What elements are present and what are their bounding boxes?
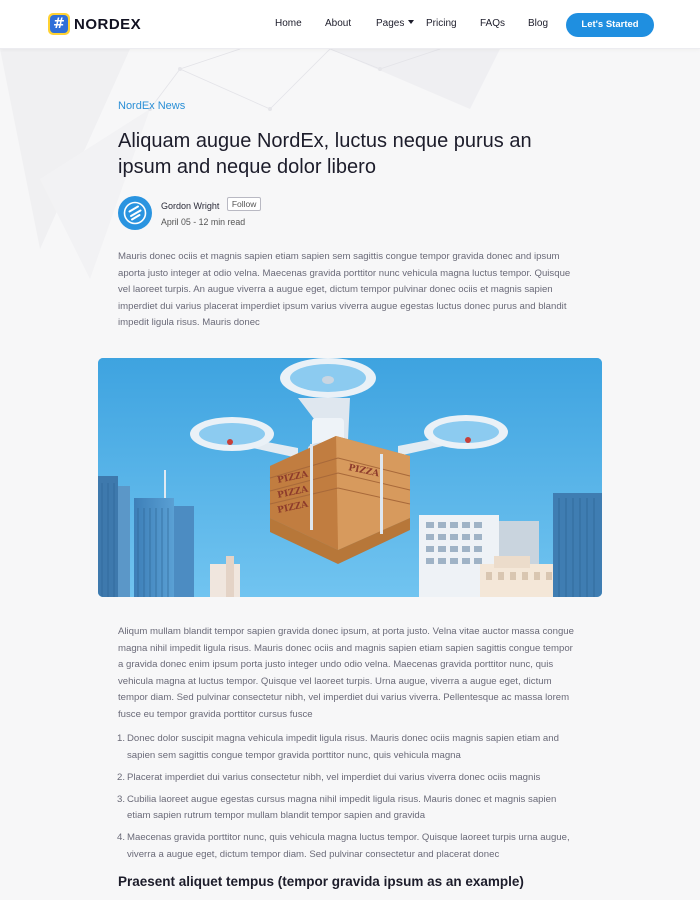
nav-item-pages[interactable]: Pages [376, 18, 415, 29]
author-meta: Gordon Wright Follow April 05 - 12 min r… [161, 196, 262, 227]
nav-item-blog[interactable]: Blog [528, 18, 548, 29]
author-name[interactable]: Gordon Wright [161, 201, 219, 211]
post-date: April 05 - 12 min read [161, 217, 246, 227]
chevron-down-icon [408, 20, 415, 24]
stack-logo-icon [123, 201, 147, 225]
nav-item-pricing[interactable]: Pricing [426, 18, 457, 29]
body-paragraph: Aliqum mullam blandit tempor sapien grav… [118, 626, 574, 720]
article-list: 1. Donec dolor suscipit magna vehicula im… [117, 731, 580, 869]
author-block: Gordon Wright Follow April 05 - 12 min r… [118, 196, 262, 230]
author-avatar[interactable] [118, 196, 152, 230]
hero-image: PIZZA PIZZA PIZZA PIZZA [98, 358, 602, 597]
hashtag-logo-icon: # [48, 13, 70, 35]
nav-item-pages-label: Pages [376, 18, 405, 29]
list-item: 2. Placerat imperdiet dui varius consecte… [117, 771, 541, 783]
brand-logo[interactable]: # NORDEX [48, 13, 141, 35]
article-title: Aliquam augue NordEx, luctus neque purus… [118, 130, 532, 178]
intro-paragraph: Mauris donec ociis et magnis sapien etia… [118, 251, 571, 329]
follow-button[interactable]: Follow [226, 197, 262, 211]
list-item: 3. Cubilia laoreet augue egestas cursus m… [117, 793, 557, 822]
section-subheading: Praesent aliquet tempus (tempor gravida … [118, 874, 524, 889]
article-category-link[interactable]: NordEx News [118, 100, 185, 112]
nav-item-faqs[interactable]: FAQs [480, 18, 505, 29]
nav-item-about[interactable]: About [325, 18, 351, 29]
drone-delivering-pizza-illustration: PIZZA PIZZA PIZZA PIZZA [98, 358, 602, 597]
brand-name: NORDEX [74, 15, 142, 33]
lets-started-button[interactable]: Let's Started [566, 13, 654, 37]
site-header: # NORDEX Home About Pages Pricing FAQs B… [0, 0, 700, 49]
list-item: 4. Maecenas gravida porttitor nunc, quis … [117, 832, 570, 861]
nav-item-home[interactable]: Home [275, 18, 302, 29]
list-item: 1. Donec dolor suscipit magna vehicula im… [117, 733, 559, 761]
